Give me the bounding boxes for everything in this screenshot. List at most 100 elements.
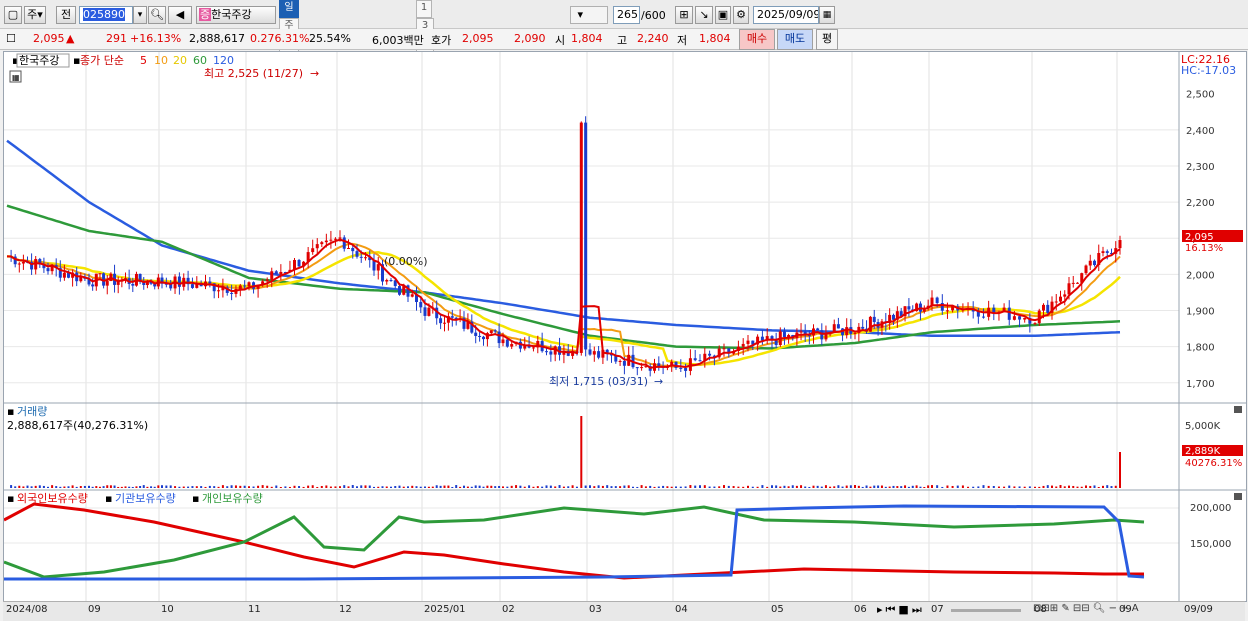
code-input[interactable]: 025890 <box>79 6 133 24</box>
candle-body <box>746 340 750 344</box>
code-dropdown-icon[interactable]: ▾ <box>133 6 147 24</box>
prev-button[interactable]: 전 <box>56 6 76 24</box>
ma10-label: 10 <box>154 54 168 67</box>
candle-body <box>478 335 482 337</box>
chart-canvas[interactable]: ▪ 한국주강 ▪ 종가 단순 5 10 20 60 120 ▦ 최고 2,525… <box>3 52 1246 601</box>
volume-bar <box>470 486 473 488</box>
volume-bar <box>200 486 203 488</box>
volume-bar <box>463 485 465 488</box>
volume-bar <box>536 486 539 488</box>
candle-body <box>679 367 683 369</box>
turnover-rate: 25.54% <box>309 32 351 45</box>
volume-bar <box>34 485 37 488</box>
period-tab[interactable]: 일 <box>279 0 299 18</box>
volume-bar <box>761 485 764 488</box>
candle-body <box>243 285 247 287</box>
volume-bar <box>98 486 101 488</box>
volume-bar <box>961 485 964 488</box>
stock-type-select[interactable]: 주▾ <box>24 6 46 24</box>
layout-icon[interactable]: ▢ <box>4 6 22 24</box>
candle-body <box>597 351 601 358</box>
volume-bar <box>390 486 392 488</box>
open-price: 1,804 <box>571 32 603 45</box>
candle-body <box>62 272 66 278</box>
volume-bar <box>351 485 354 488</box>
legend-stock-name[interactable]: 한국주강 <box>19 54 59 67</box>
volume-bar <box>402 486 405 488</box>
volume-bar <box>270 486 273 488</box>
stock-chart[interactable]: ▪ 한국주강 ▪ 종가 단순 5 10 20 60 120 ▦ 최고 2,525… <box>3 51 1247 602</box>
volume-bar <box>347 486 350 488</box>
volume-bar <box>679 486 682 488</box>
candle-body <box>1037 310 1041 324</box>
volume-bar <box>373 486 375 488</box>
calendar-icon[interactable]: ▦ <box>819 6 835 24</box>
zoom-icon[interactable]: ⊞ <box>675 6 693 24</box>
count-input[interactable]: 265 <box>613 6 640 24</box>
candle-body <box>439 318 443 324</box>
speaker-icon[interactable]: ◀︎ <box>168 6 192 24</box>
candle-body <box>423 307 427 316</box>
institution-holding-legend[interactable]: 기관보유수량 <box>115 492 176 505</box>
hc-label: HC:-17.03 <box>1181 64 1236 77</box>
volume-bar <box>1097 486 1100 488</box>
date-input[interactable]: 2025/09/09 <box>753 6 819 24</box>
volume-bar <box>213 486 216 488</box>
stock-name-field[interactable]: 증한국주강 <box>196 6 276 24</box>
candle-body <box>1033 323 1037 325</box>
candle-body <box>208 281 212 284</box>
scroll-slider[interactable] <box>951 609 1021 612</box>
volume-bar <box>528 485 531 488</box>
checkbox-icon[interactable]: ☐ <box>6 32 16 45</box>
volume-bar <box>59 486 62 488</box>
candle-body <box>935 297 939 304</box>
volume-bar <box>800 485 803 488</box>
buy-button[interactable]: 매수 <box>739 29 775 50</box>
count-tab[interactable]: 1 <box>416 0 432 18</box>
volume-bar <box>113 485 116 488</box>
volume-bar <box>907 486 910 488</box>
close-panel-icon[interactable] <box>1234 406 1242 413</box>
sell-button[interactable]: 매도 <box>777 29 813 50</box>
eval-button[interactable]: 평 <box>816 29 838 50</box>
volume-bar <box>549 485 552 488</box>
interval-select[interactable]: ▾ <box>570 6 608 24</box>
volume-bar <box>435 485 438 488</box>
candle-body <box>945 310 949 312</box>
volume-bar <box>670 486 673 488</box>
volume-bar <box>221 485 224 488</box>
volume-bar <box>377 486 380 488</box>
candle-body <box>493 330 497 332</box>
candle-body <box>265 279 269 282</box>
low-price: 1,804 <box>699 32 731 45</box>
volume-bar <box>75 486 78 488</box>
foreign-holding-legend[interactable]: 외국인보유수량 <box>17 492 88 505</box>
volume-bar <box>977 486 980 488</box>
volume-bar <box>640 485 643 488</box>
volume-bar <box>865 485 868 488</box>
volume-bar <box>1051 485 1053 488</box>
price-tick: 2,000 <box>1186 270 1215 281</box>
candle-body <box>338 237 342 239</box>
volume-bar <box>1093 485 1096 488</box>
line-tool-icon[interactable]: ↘ <box>695 6 713 24</box>
volume-bar <box>1023 486 1026 488</box>
close-panel-icon[interactable] <box>1234 493 1242 500</box>
volume-bar <box>766 486 769 488</box>
volume-bar <box>30 486 33 488</box>
search-icon[interactable]: 🔍︎ <box>148 6 166 24</box>
legend-ma-label[interactable]: 종가 단순 <box>80 54 124 67</box>
volume-bar <box>675 486 677 488</box>
volume-bar <box>896 486 899 488</box>
individual-holding-legend[interactable]: 개인보유수량 <box>202 492 263 505</box>
volume-bar <box>279 486 282 488</box>
candle-body <box>861 326 865 329</box>
chart-tools-icons[interactable]: ⊡⊟⊞ ✎ ⊟⊟ 🔍︎ − + A <box>1033 603 1243 618</box>
save-icon[interactable]: ▣ <box>715 6 731 24</box>
volume-title[interactable]: 거래량 <box>17 405 47 418</box>
volume-bar <box>174 486 177 488</box>
volume-bar <box>415 486 418 488</box>
candle-body <box>351 248 355 252</box>
volume-bar <box>311 485 314 488</box>
gear-icon[interactable]: ⚙ <box>733 6 749 24</box>
